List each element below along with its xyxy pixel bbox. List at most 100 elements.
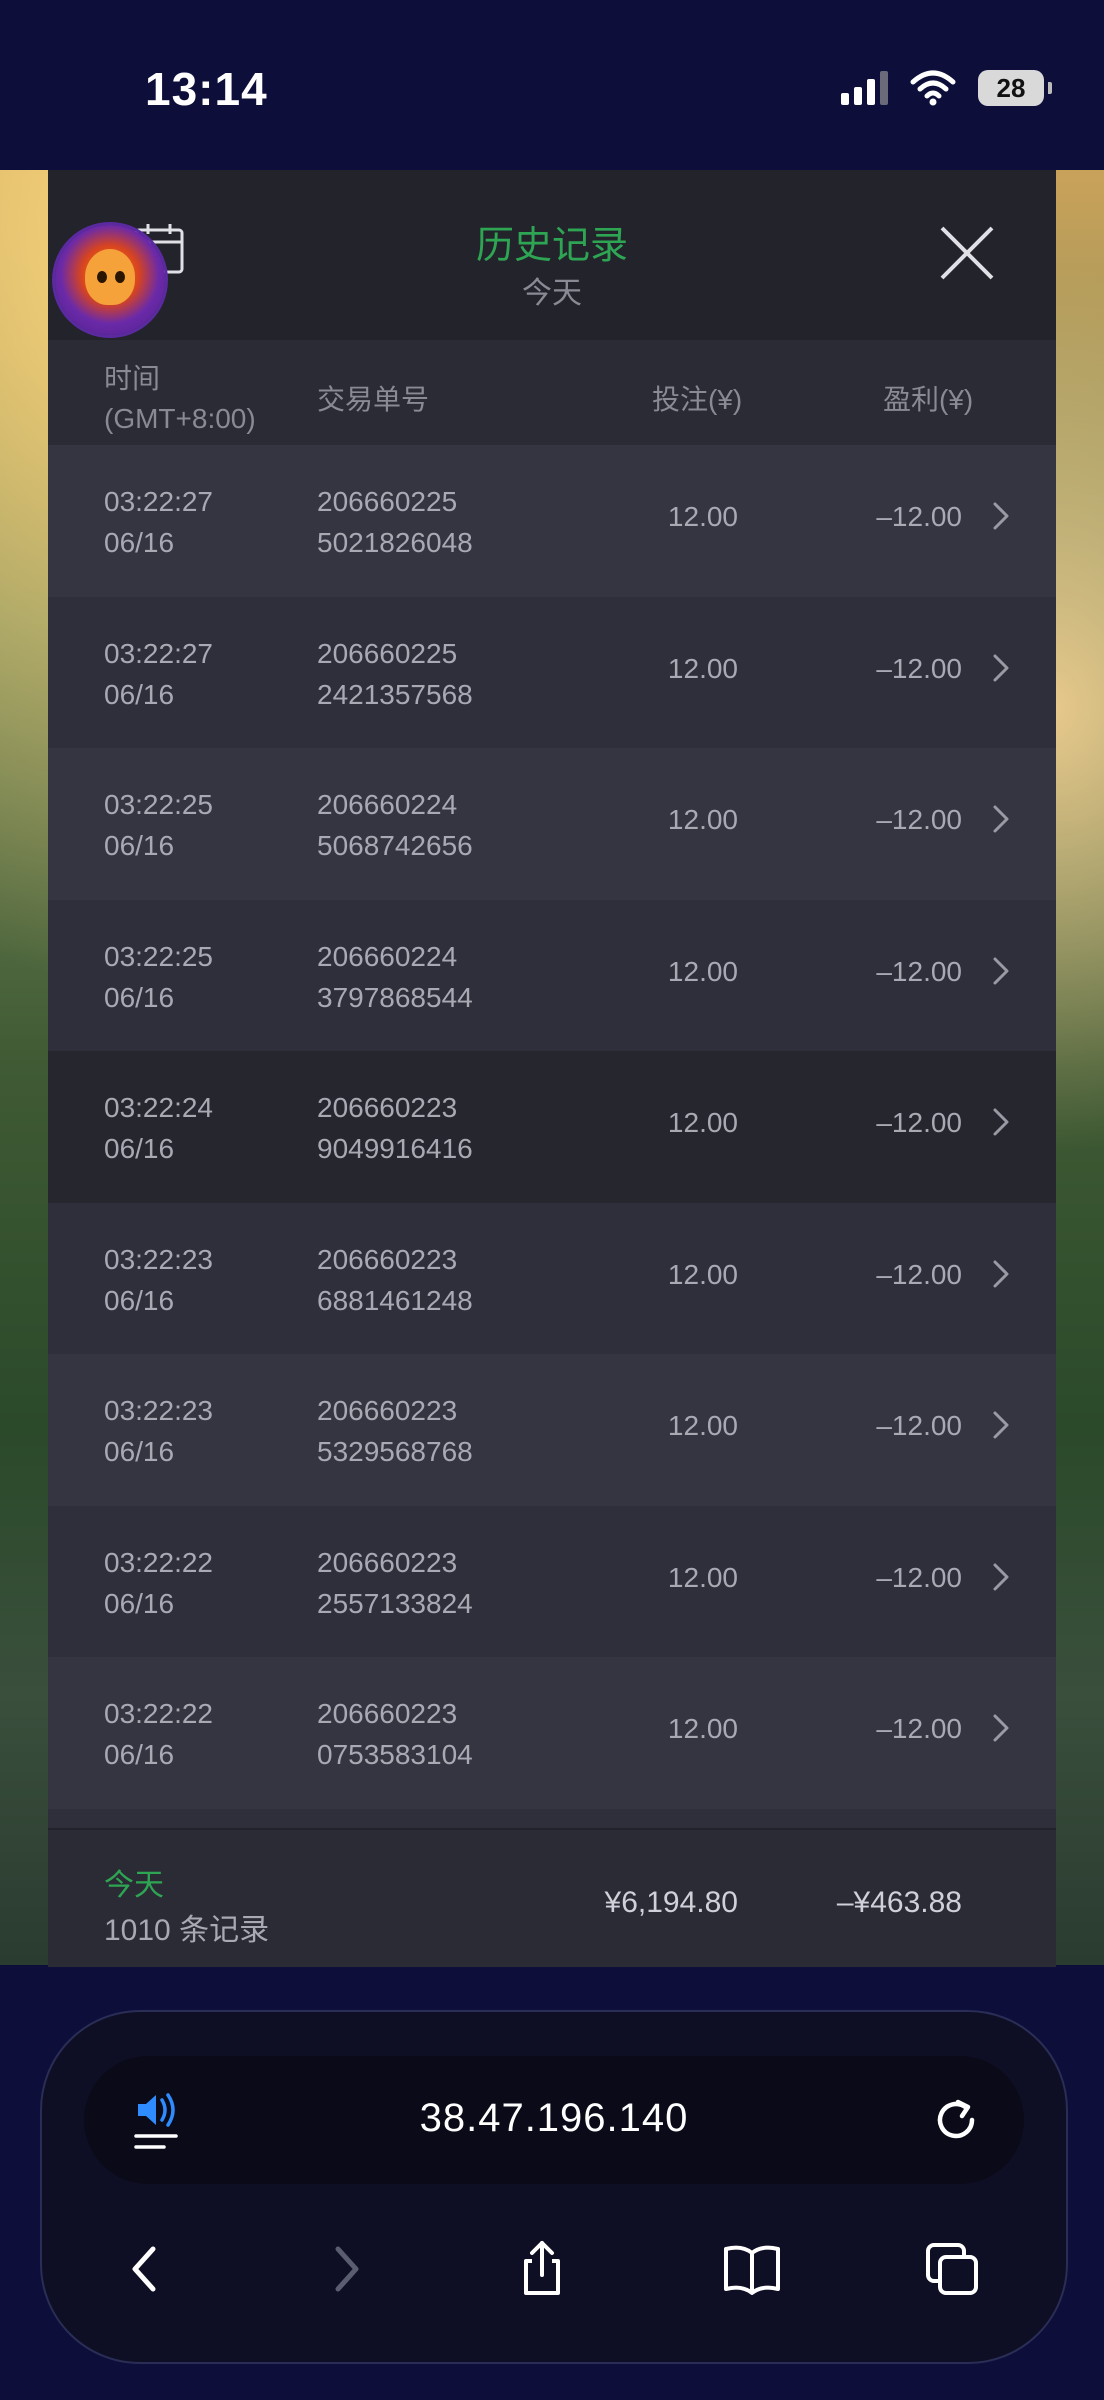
tabs-icon[interactable]	[922, 2239, 982, 2299]
row-date: 06/16	[104, 1739, 175, 1770]
history-row[interactable]: 03:22:27 06/16 206660225 5021826048 12.00 –12…	[48, 445, 1056, 597]
row-profit: –12.00	[876, 1561, 962, 1593]
row-txn-id-part1: 206660225	[317, 486, 458, 517]
modal-title: 历史记录	[475, 225, 628, 267]
browser-toolbar: 38.47.196.140	[40, 2010, 1068, 2364]
row-txn-id-part1: 206660223	[317, 1698, 458, 1729]
summary-footer: 今天 1010 条记录 ¥6,194.80 –¥463.88	[48, 1828, 1056, 1967]
row-txn-id-part2: 9049916416	[317, 1133, 473, 1164]
row-date: 06/16	[104, 981, 175, 1013]
history-list: 03:22:27 06/16 206660225 5021826048 12.00 –12…	[48, 445, 1056, 1828]
row-bet: 12.00	[667, 1107, 738, 1138]
url-text[interactable]: 38.47.196.140	[84, 2096, 1024, 2141]
row-profit: –12.00	[876, 652, 962, 684]
row-txn-id-part1: 206660223	[317, 1243, 458, 1275]
status-time: 13:14	[145, 63, 268, 115]
total-bet: ¥6,194.80	[604, 1886, 738, 1919]
row-date: 06/16	[104, 1133, 175, 1164]
row-bet: 12.00	[667, 1258, 738, 1290]
row-txn-id-part2: 5329568768	[317, 1436, 473, 1467]
row-txn-id-part2: 3797868544	[317, 981, 473, 1013]
chevron-right-icon[interactable]	[992, 1713, 1010, 1743]
row-bet: 12.00	[667, 501, 738, 532]
row-txn-id-part1: 206660224	[317, 940, 458, 972]
chevron-right-icon[interactable]	[992, 653, 1010, 683]
row-txn-id-part1: 206660223	[317, 1546, 458, 1578]
history-row[interactable]: 03:22:25 06/16 206660224 5068742656 12.00 –12…	[48, 748, 1056, 900]
row-bet: 12.00	[667, 652, 738, 684]
row-txn-id-part2: 0753583104	[317, 1739, 473, 1770]
close-icon[interactable]	[938, 224, 996, 282]
row-txn-id-part1: 206660224	[317, 789, 458, 820]
row-txn-id-part2: 5068742656	[317, 830, 473, 861]
chevron-right-icon[interactable]	[992, 804, 1010, 834]
row-profit: –12.00	[876, 501, 962, 532]
modal-header: 历史记录 今天	[48, 170, 1056, 340]
row-time: 03:22:24	[104, 1092, 213, 1123]
forward-icon[interactable]	[314, 2239, 374, 2299]
column-txn-id: 交易单号	[317, 384, 430, 415]
row-profit: –12.00	[876, 1107, 962, 1138]
total-profit: –¥463.88	[836, 1886, 962, 1919]
column-time-zone: (GMT+8:00)	[104, 403, 256, 434]
row-txn-id-part1: 206660223	[317, 1092, 458, 1123]
chevron-right-icon[interactable]	[992, 501, 1010, 531]
row-txn-id-part1: 206660223	[317, 1395, 458, 1426]
row-txn-id-part2: 2557133824	[317, 1587, 473, 1619]
back-icon[interactable]	[117, 2239, 177, 2299]
row-time: 03:22:27	[104, 637, 213, 669]
wifi-icon	[910, 70, 956, 106]
history-row[interactable]: 03:22:27 06/16 206660225 2421357568 12.00 –12…	[48, 596, 1056, 748]
row-time: 03:22:23	[104, 1243, 213, 1275]
reload-icon[interactable]	[928, 2092, 984, 2148]
row-date: 06/16	[104, 1284, 175, 1316]
row-time: 03:22:23	[104, 1395, 213, 1426]
battery-indicator: 28	[978, 70, 1052, 106]
address-bar[interactable]: 38.47.196.140	[84, 2056, 1024, 2184]
chevron-right-icon[interactable]	[992, 1410, 1010, 1440]
summary-period: 今天	[104, 1869, 164, 1902]
cellular-signal-icon	[841, 71, 888, 105]
history-row[interactable]: 03:22:22 06/16 206660223 2557133824 12.00 –12…	[48, 1505, 1056, 1657]
row-txn-id-part2: 6881461248	[317, 1284, 473, 1316]
table-header: 时间 (GMT+8:00) 交易单号 投注(¥) 盈利(¥)	[48, 345, 1056, 445]
history-row[interactable]: 03:22:23 06/16 206660223 6881461248 12.00 –12…	[48, 1202, 1056, 1354]
history-row[interactable]: 03:22:25 06/16 206660224 3797868544 12.00 –12…	[48, 899, 1056, 1051]
row-bet: 12.00	[667, 1713, 738, 1744]
row-date: 06/16	[104, 527, 175, 558]
chevron-right-icon[interactable]	[992, 1107, 1010, 1137]
chevron-right-icon[interactable]	[992, 1562, 1010, 1592]
row-time: 03:22:25	[104, 940, 213, 972]
history-row[interactable]: 03:22:24 06/16 206660223 9049916416 12.00 –12…	[48, 1051, 1056, 1203]
row-date: 06/16	[104, 830, 175, 861]
row-bet: 12.00	[667, 804, 738, 835]
history-row[interactable]: 206660221	[48, 1808, 1056, 1828]
row-date: 06/16	[104, 1436, 175, 1467]
row-profit: –12.00	[876, 1713, 962, 1744]
column-time: 时间	[104, 363, 161, 394]
row-time: 03:22:27	[104, 486, 213, 517]
history-modal: 历史记录 今天 时间 (GMT+8:00) 交易单号 投注(¥) 盈利(¥) 0…	[48, 170, 1056, 1967]
row-profit: –12.00	[876, 804, 962, 835]
date-filter-label[interactable]: 今天	[48, 268, 1056, 312]
history-row[interactable]: 03:22:23 06/16 206660223 5329568768 12.00 –12…	[48, 1354, 1056, 1506]
status-bar: 13:14 28	[0, 0, 1104, 170]
share-icon[interactable]	[512, 2239, 572, 2299]
row-txn-id-part2: 2421357568	[317, 678, 473, 710]
row-date: 06/16	[104, 678, 175, 710]
row-profit: –12.00	[876, 955, 962, 987]
row-time: 03:22:25	[104, 789, 213, 820]
row-time: 03:22:22	[104, 1546, 213, 1578]
history-row[interactable]: 03:22:22 06/16 206660223 0753583104 12.00 –12…	[48, 1657, 1056, 1809]
bookmarks-icon[interactable]	[722, 2239, 782, 2299]
column-profit: 盈利(¥)	[883, 384, 974, 415]
row-txn-id-part1: 206660225	[317, 637, 458, 669]
chevron-right-icon[interactable]	[992, 1259, 1010, 1289]
row-bet: 12.00	[667, 1561, 738, 1593]
row-bet: 12.00	[667, 1410, 738, 1441]
column-bet: 投注(¥)	[652, 384, 743, 415]
row-txn-id-part2: 5021826048	[317, 527, 473, 558]
mascot-avatar	[55, 225, 165, 335]
chevron-right-icon[interactable]	[992, 956, 1010, 986]
row-bet: 12.00	[667, 955, 738, 987]
